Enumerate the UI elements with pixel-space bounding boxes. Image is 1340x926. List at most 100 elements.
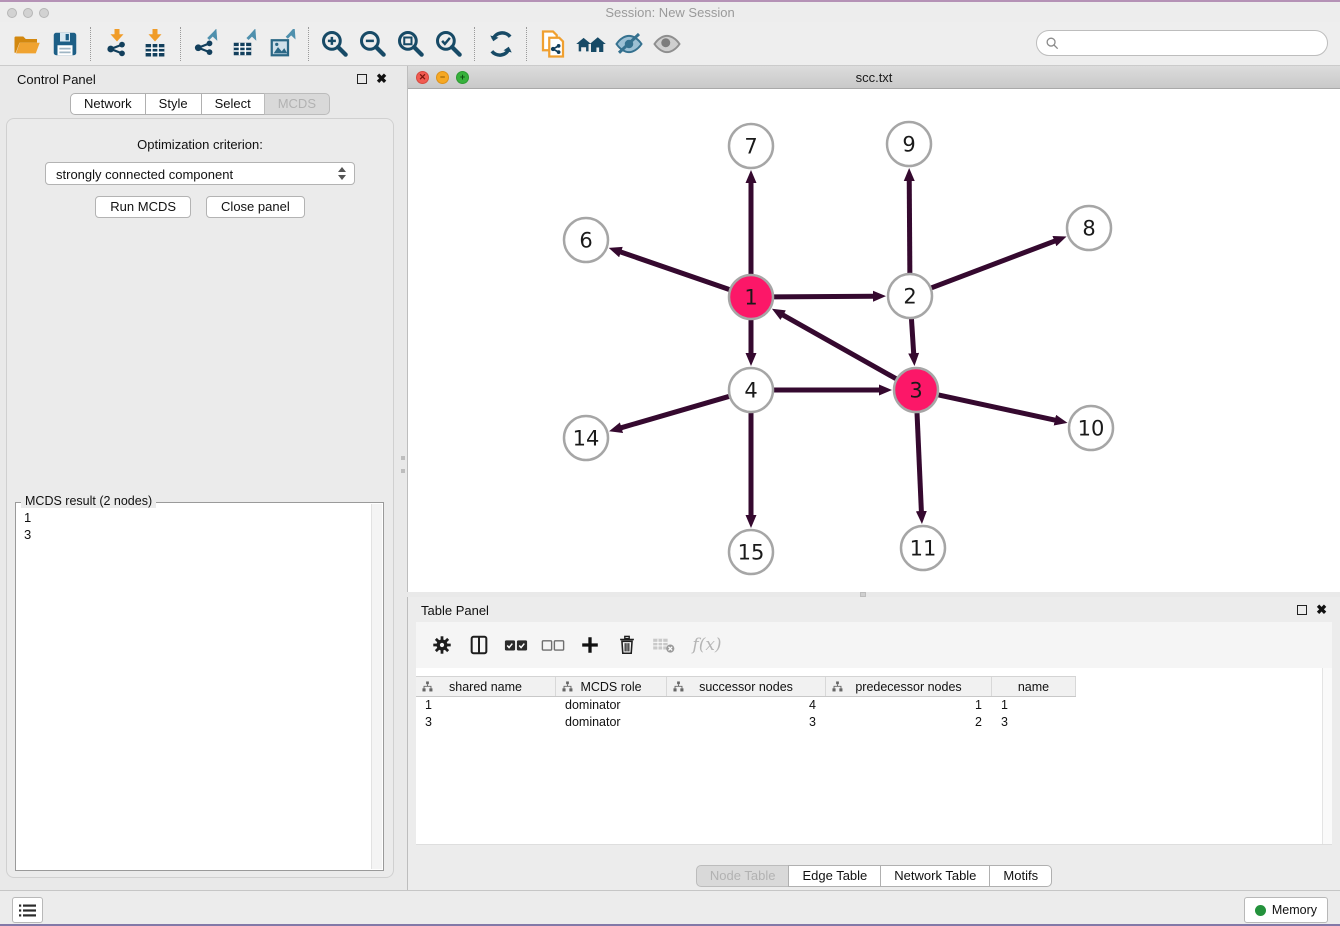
- show-all-button[interactable]: [648, 26, 686, 62]
- network-graph[interactable]: 7 9 6 8 1 2 4 3 14 10 15 11: [408, 89, 1340, 592]
- zoom-fit-button[interactable]: [392, 26, 430, 62]
- select-stepper-icon: [338, 167, 346, 180]
- tab-network-table[interactable]: Network Table: [880, 865, 990, 887]
- graph-edge-3-1[interactable]: [782, 315, 896, 379]
- table-horizontal-scrollbar[interactable]: [416, 844, 1332, 862]
- graph-node-3[interactable]: 3: [894, 368, 938, 412]
- tab-network[interactable]: Network: [70, 93, 146, 115]
- graph-node-label: 11: [910, 537, 937, 561]
- graph-node-label: 6: [579, 229, 592, 253]
- network-canvas[interactable]: 7 9 6 8 1 2 4 3 14 10 15 11: [408, 89, 1340, 592]
- zoom-out-button[interactable]: [354, 26, 392, 62]
- graph-node-14[interactable]: 14: [564, 416, 608, 460]
- select-all-button[interactable]: [502, 631, 530, 659]
- delete-row-button[interactable]: [613, 631, 641, 659]
- float-panel-icon[interactable]: [357, 74, 367, 84]
- checked-boxes-icon: [504, 637, 528, 653]
- graph-edge-3-11[interactable]: [917, 413, 921, 512]
- search-input[interactable]: [1060, 35, 1304, 52]
- memory-button[interactable]: Memory: [1244, 897, 1328, 923]
- graph-edge-2-9[interactable]: [909, 180, 910, 273]
- control-panel-title: Control Panel: [17, 72, 96, 87]
- refresh-icon: [486, 29, 516, 59]
- open-session-button[interactable]: [8, 26, 46, 62]
- table-vertical-scrollbar[interactable]: [1322, 668, 1332, 845]
- column-header-successor-nodes[interactable]: successor nodes: [667, 677, 826, 696]
- graph-edge-2-3[interactable]: [911, 319, 913, 354]
- import-table-button[interactable]: [136, 26, 174, 62]
- run-mcds-button[interactable]: Run MCDS: [95, 196, 191, 218]
- graph-edge-4-14[interactable]: [621, 396, 729, 428]
- deselect-all-button[interactable]: [539, 631, 567, 659]
- column-header-MCDS-role[interactable]: MCDS role: [556, 677, 667, 696]
- attribute-tree-icon: [832, 681, 843, 692]
- graph-node-4[interactable]: 4: [729, 368, 773, 412]
- export-image-icon: [268, 29, 298, 59]
- task-history-button[interactable]: [12, 897, 43, 923]
- tab-edge-table[interactable]: Edge Table: [788, 865, 881, 887]
- function-builder-button[interactable]: f(x): [687, 631, 727, 659]
- zoom-out-icon: [358, 29, 388, 59]
- mcds-result-box: MCDS result (2 nodes) 13: [15, 502, 384, 871]
- graph-node-label: 10: [1078, 417, 1105, 441]
- optimization-criterion-label: Optimization criterion:: [7, 137, 393, 152]
- table-row[interactable]: 1dominator411: [416, 697, 1076, 714]
- tab-select[interactable]: Select: [201, 93, 265, 115]
- table-cell: 1: [416, 697, 556, 714]
- zoom-in-button[interactable]: [316, 26, 354, 62]
- tab-motifs[interactable]: Motifs: [989, 865, 1052, 887]
- graph-edge-2-8[interactable]: [932, 241, 1056, 288]
- graph-node-10[interactable]: 10: [1069, 406, 1113, 450]
- tab-style[interactable]: Style: [145, 93, 202, 115]
- column-header-shared-name[interactable]: shared name: [416, 677, 556, 696]
- zoom-selected-button[interactable]: [430, 26, 468, 62]
- close-panel-button[interactable]: Close panel: [206, 196, 305, 218]
- delete-table-button[interactable]: [650, 631, 678, 659]
- graph-node-2[interactable]: 2: [888, 274, 932, 318]
- graph-node-8[interactable]: 8: [1067, 206, 1111, 250]
- graph-node-1[interactable]: 1: [729, 275, 773, 319]
- refresh-button[interactable]: [482, 26, 520, 62]
- graph-edge-1-6[interactable]: [620, 252, 729, 290]
- add-row-button[interactable]: [576, 631, 604, 659]
- show-columns-button[interactable]: [465, 631, 493, 659]
- column-header-name[interactable]: name: [992, 677, 1076, 696]
- tab-node-table[interactable]: Node Table: [696, 865, 790, 887]
- graph-node-label: 1: [744, 286, 757, 310]
- export-network-button[interactable]: [188, 26, 226, 62]
- list-icon: [19, 904, 36, 917]
- vertical-splitter[interactable]: [400, 66, 407, 888]
- close-panel-icon[interactable]: ✖: [376, 71, 387, 87]
- criterion-value: strongly connected component: [56, 167, 233, 182]
- column-header-label: predecessor nodes: [855, 680, 961, 694]
- export-table-button[interactable]: [226, 26, 264, 62]
- graph-node-15[interactable]: 15: [729, 530, 773, 574]
- graph-node-label: 8: [1082, 217, 1095, 241]
- criterion-select[interactable]: strongly connected component: [45, 162, 355, 185]
- copy-network-button[interactable]: [534, 26, 572, 62]
- float-panel-icon[interactable]: [1297, 605, 1307, 615]
- close-panel-icon[interactable]: ✖: [1316, 602, 1327, 618]
- export-image-button[interactable]: [264, 26, 302, 62]
- column-header-predecessor-nodes[interactable]: predecessor nodes: [826, 677, 992, 696]
- graph-edge-1-2[interactable]: [774, 296, 874, 297]
- tab-mcds[interactable]: MCDS: [264, 93, 330, 115]
- table-settings-button[interactable]: [428, 631, 456, 659]
- import-network-button[interactable]: [98, 26, 136, 62]
- graph-node-6[interactable]: 6: [564, 218, 608, 262]
- plus-icon: [579, 634, 601, 656]
- table-cell: 2: [826, 714, 992, 731]
- result-scrollbar[interactable]: [371, 504, 382, 869]
- hide-selected-button[interactable]: [610, 26, 648, 62]
- graph-node-7[interactable]: 7: [729, 124, 773, 168]
- graph-edge-3-10[interactable]: [938, 395, 1055, 420]
- table-row[interactable]: 3dominator323: [416, 714, 1076, 731]
- search-field[interactable]: [1036, 30, 1328, 56]
- home-layout-button[interactable]: [572, 26, 610, 62]
- save-session-button[interactable]: [46, 26, 84, 62]
- graph-node-9[interactable]: 9: [887, 122, 931, 166]
- memory-status-icon: [1255, 905, 1266, 916]
- main-toolbar: [0, 22, 1340, 66]
- graph-node-11[interactable]: 11: [901, 526, 945, 570]
- table-cell: 1: [992, 697, 1076, 714]
